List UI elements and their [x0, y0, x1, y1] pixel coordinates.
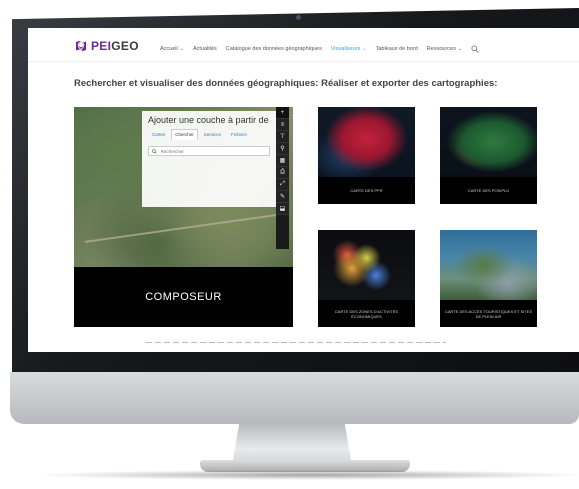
map-road [84, 213, 284, 243]
map-toolbar: + ≡ ⊤ ⚲ ▦ ⎙ ⤢ ✎ ⬓ [276, 107, 289, 249]
nav-item-accueil[interactable]: Accueil ⌄ [160, 46, 184, 52]
map-thumbnail [318, 230, 415, 300]
add-layer-title: Ajouter une couche à partir de [148, 115, 269, 125]
page-title: Rechercher et visualiser des données géo… [74, 78, 498, 89]
nav-item-ressources[interactable]: Ressources ⌄ [427, 46, 462, 52]
tab-chercher[interactable]: Chercher [171, 129, 198, 140]
layers-icon[interactable]: ≡ [276, 119, 289, 131]
screen-bottom-strip [28, 346, 579, 352]
map-card-pos-plu[interactable]: CARTE DES POS/PLU [440, 107, 537, 204]
screen: PEIGEO Accueil ⌄ Actualités Catalogue des… [28, 28, 579, 346]
site-header: PEIGEO Accueil ⌄ Actualités Catalogue des… [28, 28, 579, 62]
locate-icon[interactable]: ⚲ [276, 143, 289, 155]
add-layer-tabs: Cartes Chercher Services Fichiers [148, 129, 270, 140]
chevron-down-icon: ⌄ [457, 46, 463, 52]
map-pin-logo-icon [76, 41, 86, 51]
measure-icon[interactable]: ⬓ [276, 203, 289, 215]
map-thumbnail [440, 107, 537, 177]
nav-item-actualites[interactable]: Actualités [193, 46, 217, 52]
nav-item-catalogue[interactable]: Catalogue des données géographiques [226, 46, 322, 52]
map-card-caption: CARTE DES POS/PLU [467, 188, 510, 193]
map-thumbnail [318, 107, 415, 177]
zoom-in-icon[interactable]: + [276, 107, 289, 119]
logo-text: PEIGEO [91, 39, 139, 53]
search-icon [152, 148, 157, 154]
main-nav: Accueil ⌄ Actualités Catalogue des donnée… [160, 45, 479, 53]
camera-dot [296, 15, 301, 20]
grid-icon[interactable]: ▦ [276, 155, 289, 167]
map-card-caption: CARTE DES ZONES D'ACTIVITÉS ÉCONOMIQUES [334, 308, 399, 319]
map-thumbnail [440, 230, 537, 300]
filter-icon[interactable]: ⊤ [276, 131, 289, 143]
composer-tile[interactable]: Ajouter une couche à partir de Cartes Ch… [74, 107, 293, 327]
edit-icon[interactable]: ✎ [276, 191, 289, 203]
layer-search-box [148, 146, 270, 156]
nav-item-tableaux-de-bord[interactable]: Tableaux de bord [376, 46, 418, 52]
tab-fichiers[interactable]: Fichiers [227, 129, 251, 140]
tab-cartes[interactable]: Cartes [148, 129, 169, 140]
chevron-down-icon: ⌄ [362, 46, 367, 52]
composer-map-preview: Ajouter une couche à partir de Cartes Ch… [74, 107, 293, 267]
tab-services[interactable]: Services [200, 129, 225, 140]
add-layer-panel: Ajouter une couche à partir de Cartes Ch… [142, 111, 276, 207]
nav-item-visualiseurs[interactable]: Visualiseurs ⌄ [331, 46, 367, 52]
map-card-caption: CARTE DES ACCÈS TOURISTIQUES ET SITES DE… [444, 308, 533, 319]
composer-label: COMPOSEUR [145, 291, 222, 303]
floor-shadow [30, 470, 579, 480]
map-card-caption: CARTE DES PPR [350, 188, 383, 193]
fullscreen-icon[interactable]: ⤢ [276, 179, 289, 191]
logo[interactable]: PEIGEO [74, 39, 139, 53]
monitor-chin [10, 372, 579, 424]
map-card-zones-activites[interactable]: CARTE DES ZONES D'ACTIVITÉS ÉCONOMIQUES [318, 230, 415, 327]
footer-text-line [146, 342, 446, 343]
map-card-ppr[interactable]: CARTE DES PPR [318, 107, 415, 204]
print-icon[interactable]: ⎙ [276, 167, 289, 179]
search-icon[interactable] [471, 45, 479, 53]
layer-search-input[interactable] [160, 148, 269, 154]
chevron-down-icon: ⌄ [179, 46, 184, 52]
map-card-acces-touristiques[interactable]: CARTE DES ACCÈS TOURISTIQUES ET SITES DE… [440, 230, 537, 327]
